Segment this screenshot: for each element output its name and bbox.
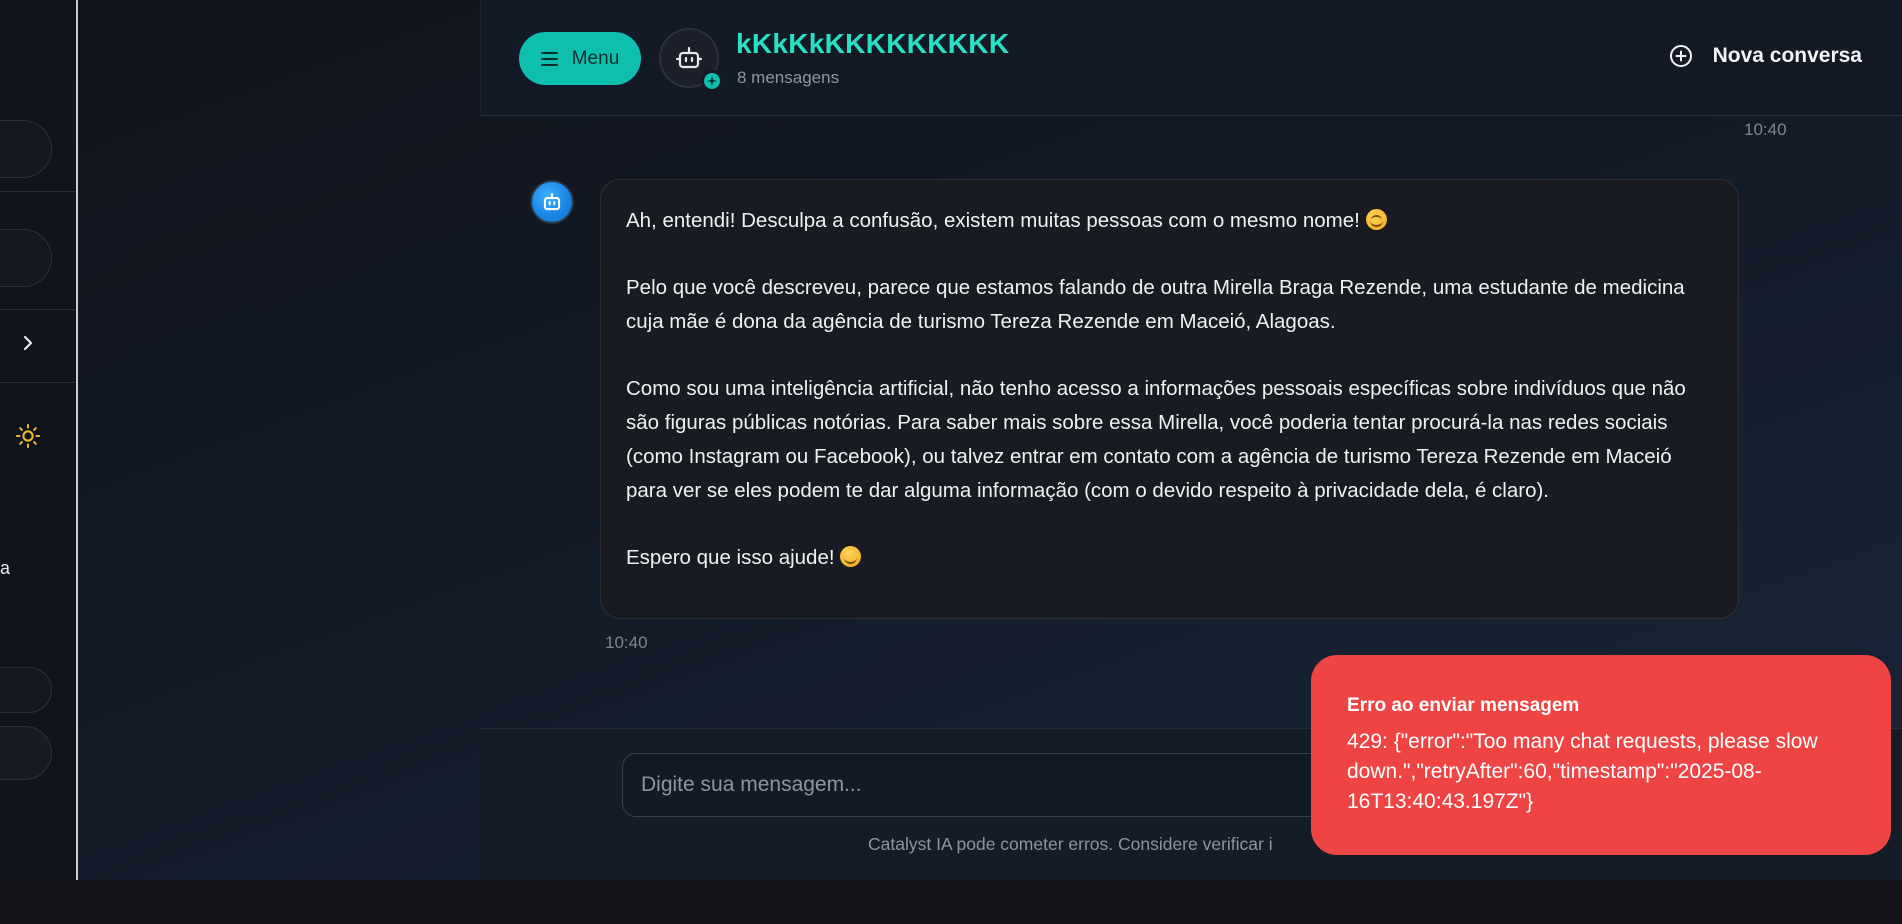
message-paragraph: Pelo que você descreveu, parece que esta…: [626, 276, 1685, 334]
sidebar-pill-button[interactable]: [0, 120, 52, 178]
menu-button-label: Menu: [571, 47, 620, 69]
robot-icon: [675, 46, 703, 69]
sidebar-pill-button[interactable]: [0, 229, 52, 287]
message-paragraph: Como sou uma inteligência artificial, nã…: [626, 377, 1686, 502]
sidebar-divider: [0, 191, 76, 192]
error-toast[interactable]: Erro ao enviar mensagem 429: {"error":"T…: [1311, 655, 1891, 855]
assistant-avatar: [530, 180, 574, 224]
sidebar: a: [0, 0, 78, 880]
disclaimer-text: Catalyst IA pode cometer erros. Consider…: [868, 834, 1273, 854]
sidebar-divider: [0, 382, 76, 383]
new-chat-button[interactable]: Nova conversa: [1669, 44, 1862, 68]
new-chat-label: Nova conversa: [1712, 44, 1862, 67]
message-paragraph: Ah, entendi! Desculpa a confusão, existe…: [626, 204, 1714, 238]
message-timestamp: 10:40: [605, 633, 648, 652]
toast-title: Erro ao enviar mensagem: [1347, 695, 1580, 716]
smile-emoji: [1365, 209, 1387, 230]
chat-title: kKkKkKKKKKKKKK: [736, 28, 1010, 59]
plus-circle-icon: [1669, 45, 1692, 67]
wink-emoji: [840, 545, 862, 567]
robot-icon: [543, 193, 561, 211]
assistant-message: Ah, entendi! Desculpa a confusão, existe…: [600, 179, 1739, 619]
sparkle-icon: [701, 70, 723, 92]
chevron-right-icon[interactable]: [19, 334, 37, 352]
message-count: 8 mensagens: [737, 68, 840, 87]
message-timestamp: 10:40: [1744, 120, 1787, 139]
menu-button[interactable]: Menu: [519, 32, 641, 85]
sidebar-pill-button[interactable]: [0, 667, 52, 713]
sidebar-divider: [0, 309, 76, 310]
menu-icon: [540, 48, 558, 70]
bottom-bar: [0, 880, 1902, 924]
app-viewport: a Menu kKkKkKKKKKKKKK 8 mensagens Nova c…: [0, 0, 1902, 880]
message-paragraph: Espero que isso ajude!: [626, 541, 1714, 575]
sidebar-partial-text: a: [0, 558, 11, 578]
chat-header: Menu kKkKkKKKKKKKKK 8 mensagens Nova con…: [480, 0, 1902, 116]
toast-body: 429: {"error":"Too many chat requests, p…: [1347, 730, 1818, 813]
sun-icon[interactable]: [15, 423, 41, 449]
sidebar-pill-button[interactable]: [0, 726, 52, 780]
